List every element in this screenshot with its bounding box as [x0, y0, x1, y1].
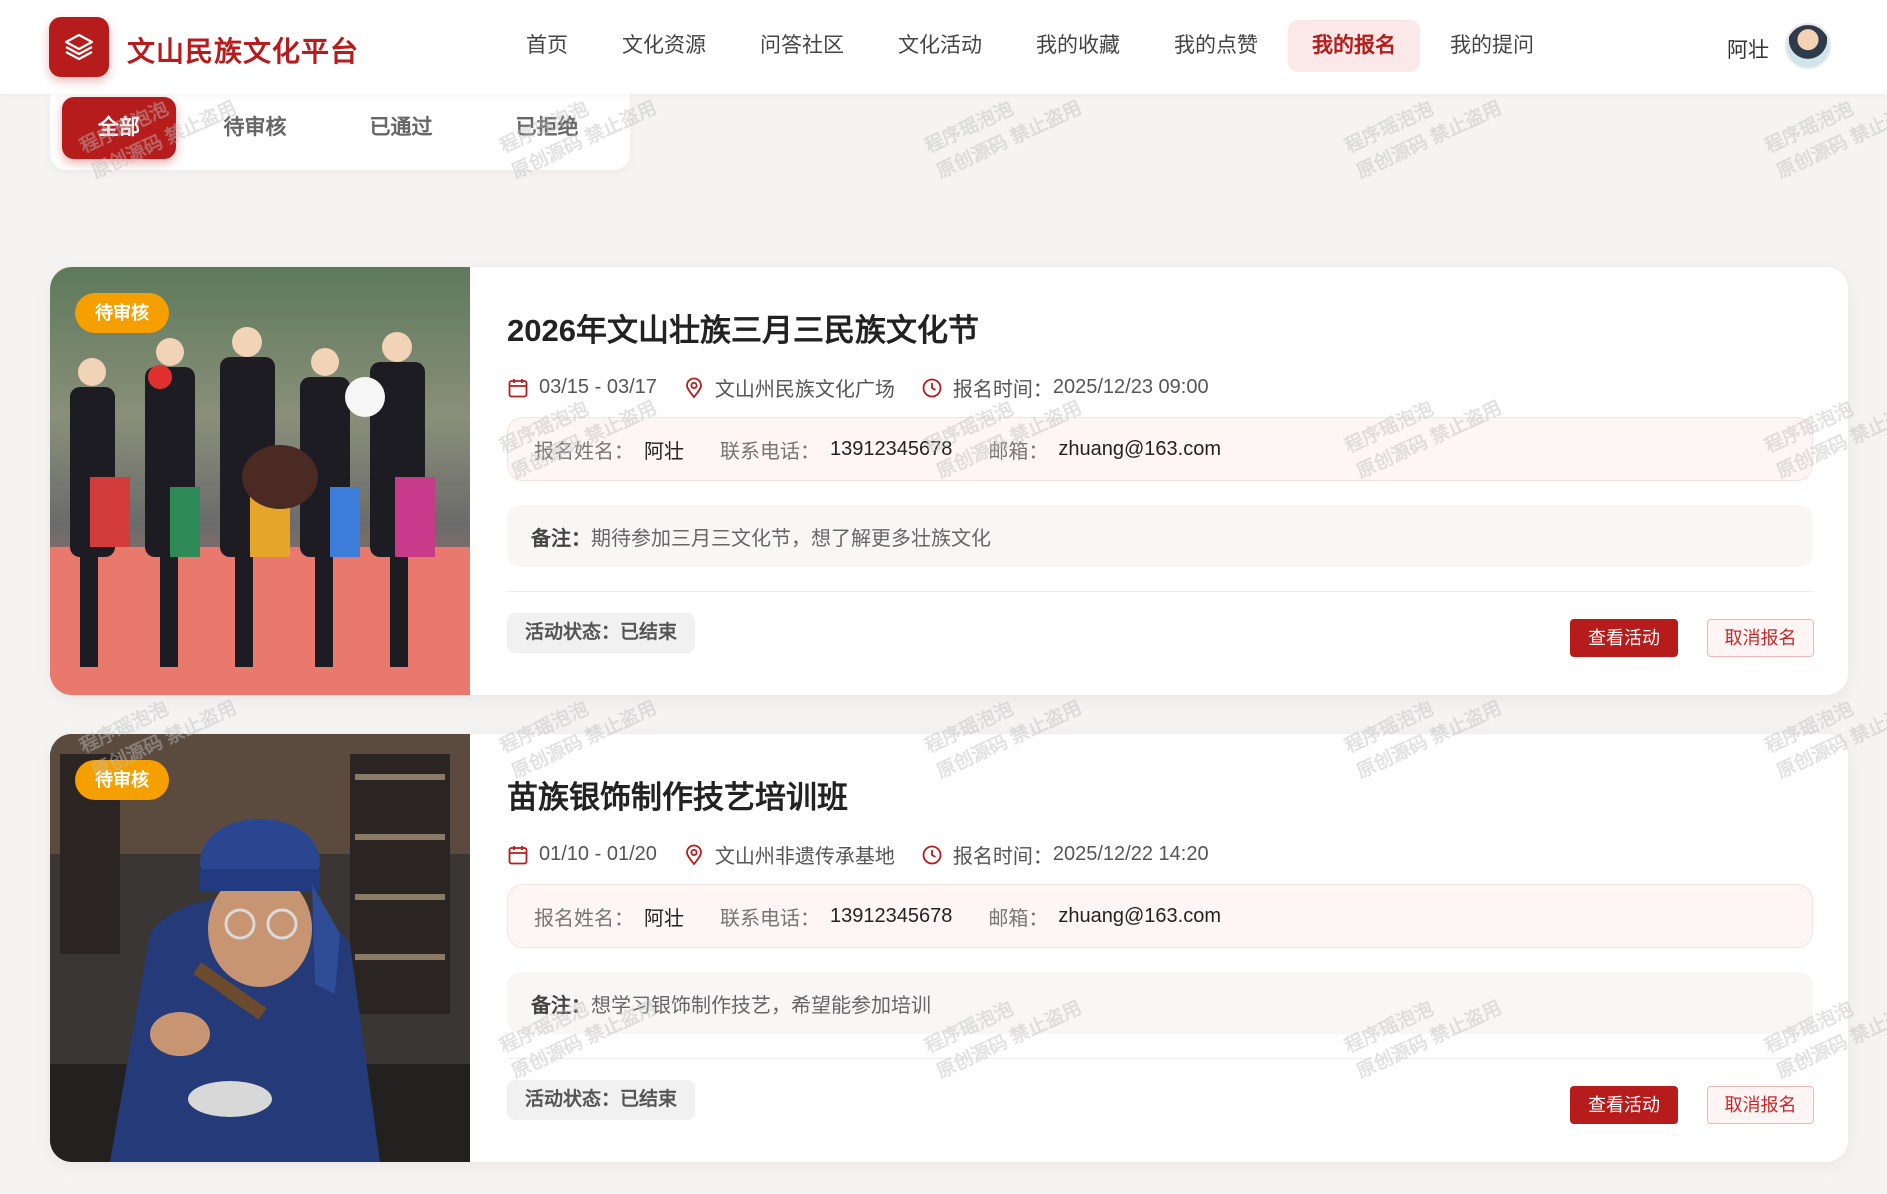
activity-meta: 01/10 - 01/20 文山州非遗传承基地 报名时间： 2025/12/22… [507, 840, 1235, 869]
cancel-registration-button[interactable]: 取消报名 [1707, 619, 1814, 657]
cancel-registration-button[interactable]: 取消报名 [1707, 1086, 1814, 1124]
nav-qa-community[interactable]: 问答社区 [736, 20, 868, 72]
nav-culture-resources[interactable]: 文化资源 [598, 20, 730, 72]
view-activity-button[interactable]: 查看活动 [1570, 619, 1678, 657]
status-filter-tabs: 全部 待审核 已通过 已拒绝 [50, 94, 630, 170]
note-box: 备注： 想学习银饰制作技艺，希望能参加培训 [507, 972, 1813, 1034]
email-label: 邮箱： [988, 440, 1049, 463]
view-activity-button[interactable]: 查看活动 [1570, 1086, 1678, 1124]
registration-card: 待审核 苗族银饰制作技艺培训班 01/10 - 01/20 文山州非遗传承基地 … [50, 734, 1848, 1162]
activity-location: 文山州非遗传承基地 [714, 846, 895, 868]
nav-home[interactable]: 首页 [502, 20, 592, 72]
activity-title[interactable]: 2026年文山壮族三月三民族文化节 [507, 305, 979, 350]
name-label: 报名姓名： [534, 907, 634, 930]
activity-location: 文山州民族文化广场 [714, 379, 895, 401]
filter-tab-approved[interactable]: 已通过 [344, 97, 458, 159]
nav-my-likes[interactable]: 我的点赞 [1150, 20, 1282, 72]
note-text: 期待参加三月三文化节，想了解更多壮族文化 [591, 527, 991, 550]
nav-my-questions[interactable]: 我的提问 [1426, 20, 1558, 72]
registration-time: 2025/12/23 09:00 [1052, 376, 1209, 398]
activity-title[interactable]: 苗族银饰制作技艺培训班 [507, 772, 848, 817]
phone-label: 联系电话： [720, 907, 820, 930]
user-name[interactable]: 阿壮 [1727, 34, 1769, 64]
activity-status: 活动状态：已结束 [507, 1080, 696, 1120]
calendar-icon [508, 378, 528, 397]
registration-time-label: 报名时间： [952, 379, 1053, 401]
calendar-icon [508, 845, 528, 864]
activity-meta: 03/15 - 03/17 文山州民族文化广场 报名时间： 2025/12/23… [507, 373, 1235, 402]
registrant-name: 阿壮 [644, 907, 684, 930]
registration-card: 待审核 2026年文山壮族三月三民族文化节 03/15 - 03/17 文山州民… [50, 267, 1848, 695]
avatar[interactable] [1785, 23, 1831, 69]
status-badge: 待审核 [75, 293, 169, 333]
activity-dates: 03/15 - 03/17 [539, 376, 657, 398]
clock-icon [922, 378, 942, 397]
nav-my-registrations[interactable]: 我的报名 [1288, 20, 1420, 72]
location-pin-icon [685, 377, 702, 398]
registrant-name: 阿壮 [644, 440, 684, 463]
note-label: 备注： [531, 527, 591, 550]
registrant-info: 报名姓名： 阿壮 联系电话： 13912345678 邮箱： zhuang@16… [507, 884, 1813, 948]
registrant-info: 报名姓名： 阿壮 联系电话： 13912345678 邮箱： zhuang@16… [507, 417, 1813, 481]
top-header: 文山民族文化平台 首页 文化资源 问答社区 文化活动 我的收藏 我的点赞 我的报… [0, 0, 1887, 94]
name-label: 报名姓名： [534, 440, 634, 463]
note-text: 想学习银饰制作技艺，希望能参加培训 [591, 994, 931, 1017]
registrant-phone: 13912345678 [830, 904, 953, 927]
brand-title[interactable]: 文山民族文化平台 [127, 30, 359, 70]
note-box: 备注： 期待参加三月三文化节，想了解更多壮族文化 [507, 505, 1813, 567]
registrant-email: zhuang@163.com [1058, 437, 1221, 460]
divider [507, 1058, 1813, 1059]
nav-my-favorites[interactable]: 我的收藏 [1012, 20, 1144, 72]
registrant-email: zhuang@163.com [1058, 904, 1221, 927]
activity-dates: 01/10 - 01/20 [539, 843, 657, 865]
phone-label: 联系电话： [720, 440, 820, 463]
note-label: 备注： [531, 994, 591, 1017]
status-badge: 待审核 [75, 760, 169, 800]
registrant-phone: 13912345678 [830, 437, 953, 460]
registration-time: 2025/12/22 14:20 [1052, 843, 1209, 865]
divider [507, 591, 1813, 592]
registration-time-label: 报名时间： [952, 846, 1053, 868]
activity-photo-dance[interactable]: 待审核 [50, 267, 470, 695]
nav-culture-activities[interactable]: 文化活动 [874, 20, 1006, 72]
filter-tab-all[interactable]: 全部 [62, 97, 176, 159]
location-pin-icon [685, 844, 702, 865]
filter-tab-rejected[interactable]: 已拒绝 [490, 97, 604, 159]
filter-tab-pending[interactable]: 待审核 [198, 97, 312, 159]
activity-status: 活动状态：已结束 [507, 613, 696, 653]
clock-icon [922, 845, 942, 864]
activity-photo-silversmith[interactable]: 待审核 [50, 734, 470, 1162]
layers-logo-icon[interactable] [49, 17, 109, 77]
main-nav: 首页 文化资源 问答社区 文化活动 我的收藏 我的点赞 我的报名 我的提问 [502, 20, 1564, 72]
email-label: 邮箱： [988, 907, 1049, 930]
